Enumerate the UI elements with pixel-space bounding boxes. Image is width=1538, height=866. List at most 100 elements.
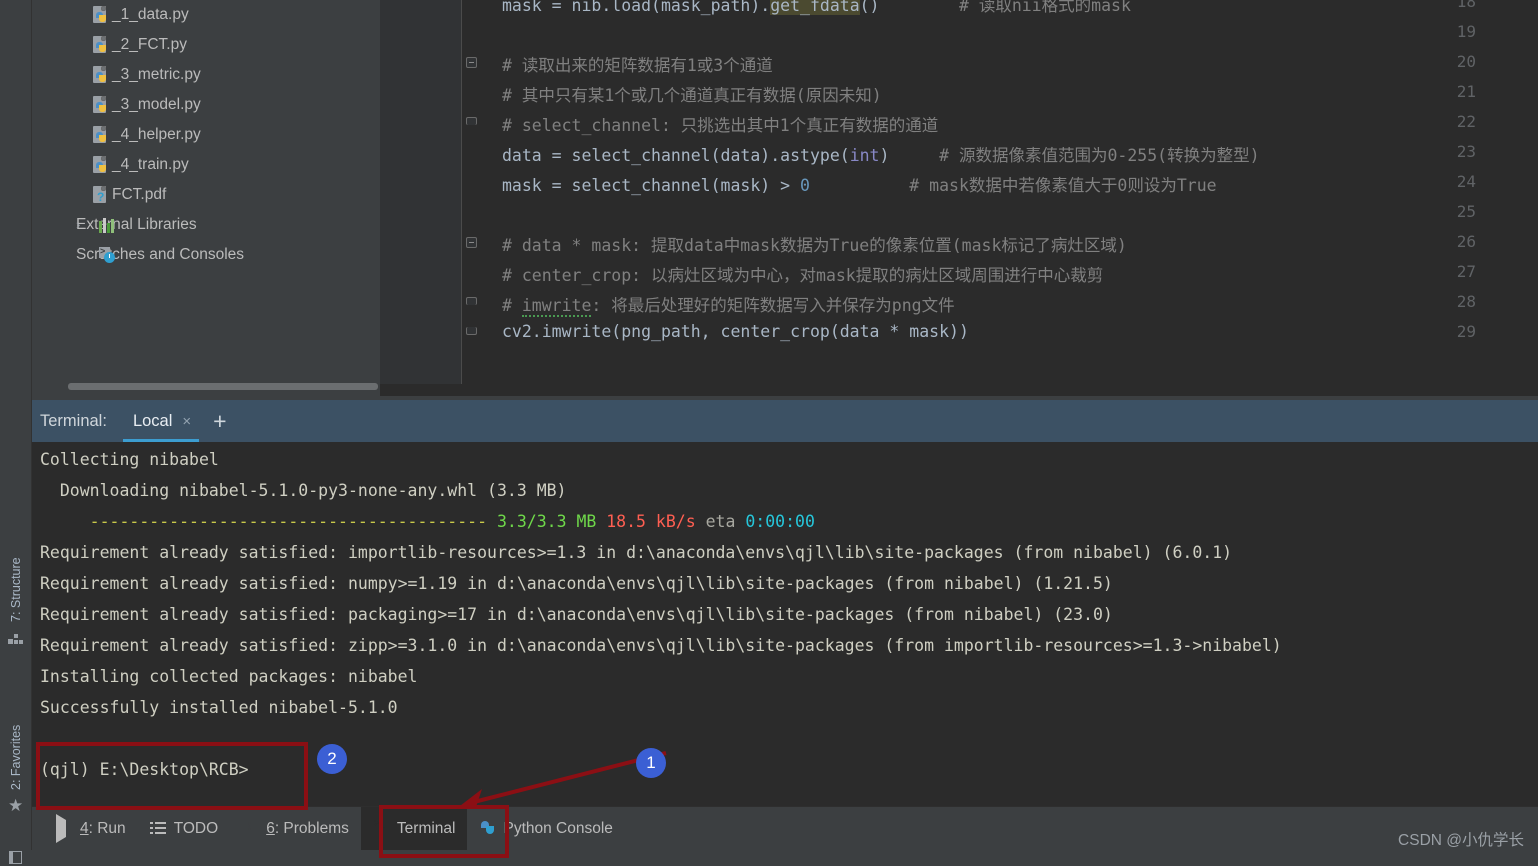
python-file-icon <box>92 156 109 174</box>
terminal-token: 0:00:00 <box>745 512 815 531</box>
tree-item[interactable]: _4_helper.py <box>32 120 380 150</box>
tree-item[interactable]: ? FCT.pdf <box>32 180 380 210</box>
annotation-rect-prompt <box>36 742 308 810</box>
code-fold-icon[interactable] <box>466 237 477 248</box>
code-token: # 读取出来的矩阵数据有1或3个通道 <box>502 56 773 75</box>
code-token: # 读取nii格式的mask <box>879 0 1131 15</box>
tree-item[interactable]: _4_train.py <box>32 150 380 180</box>
terminal-token: Installing collected packages: nibabel <box>40 667 418 686</box>
code-token: () <box>859 0 880 15</box>
code-token: # 其中只有某1个或几个通道真正有数据(原因未知) <box>502 86 882 105</box>
terminal-tab-label: Local <box>132 411 173 430</box>
sidebar-item-structure[interactable]: 7: Structure <box>0 510 32 622</box>
tree-item[interactable]: _1_data.py <box>32 0 380 30</box>
scratches-icon: > <box>98 246 115 264</box>
code-line: cv2.imwrite(png_path, center_crop(data *… <box>502 322 969 341</box>
libraries-icon <box>98 216 115 234</box>
close-icon[interactable]: × <box>182 413 191 430</box>
tree-item[interactable]: _3_model.py <box>32 90 380 120</box>
line-number: 19 <box>1456 22 1476 41</box>
tree-item-label: _4_train.py <box>112 156 189 173</box>
code-token: int <box>849 146 880 165</box>
tool-window-toggle-icon[interactable] <box>9 851 22 864</box>
statusbar-item[interactable]: 6: Problems <box>230 807 361 851</box>
python-file-icon <box>92 126 109 144</box>
play-icon <box>56 814 73 843</box>
python-file-icon <box>92 6 109 24</box>
python-file-icon <box>92 36 109 54</box>
badge-number: 2 <box>327 749 337 768</box>
editor-hscrollbar[interactable] <box>380 384 1538 396</box>
code-token: imwrite <box>521 296 592 317</box>
todo-list-icon <box>149 820 167 837</box>
terminal-token: Requirement already satisfied: packaging… <box>40 605 1113 624</box>
warning-icon <box>242 820 259 837</box>
project-tree-hscrollbar[interactable] <box>68 383 378 390</box>
structure-icon[interactable] <box>8 632 24 648</box>
terminal-panel-title: Terminal: <box>40 411 107 430</box>
code-token: # mask数据中若像素值大于0则设为True <box>809 176 1217 195</box>
python-file-icon <box>92 66 109 84</box>
code-fold-icon[interactable] <box>466 297 477 305</box>
chevron-right-icon[interactable]: › <box>76 218 88 231</box>
terminal-line: ----------------------------------------… <box>40 512 815 531</box>
terminal-token: 18.5 kB/s <box>606 512 696 531</box>
code-token: data = select_channel(data).astype( <box>502 146 850 165</box>
line-number: 28 <box>1456 292 1476 311</box>
tree-item[interactable]: _2_FCT.py <box>32 30 380 60</box>
left-tool-strip: 7: Structure 2: Favorites ★ <box>0 0 32 866</box>
statusbar-item[interactable]: TODO <box>138 807 231 851</box>
code-token: ) <box>879 146 890 165</box>
sidebar-item-favorites[interactable]: 2: Favorites <box>0 672 32 790</box>
code-editor-pane[interactable]: 18 mask = nib.load(mask_path).get_fdata()… <box>380 0 1538 396</box>
code-token: # 源数据像素值范围为0-255(转换为整型) <box>889 146 1260 165</box>
annotation-rect-terminal-tab <box>379 805 509 858</box>
tree-item-label: _4_helper.py <box>112 126 201 143</box>
code-token: # data * mask: 提取data中mask数据为True的像素位置(m… <box>502 236 1127 255</box>
terminal-tab-bar: Terminal: Local × + <box>32 400 1538 442</box>
add-terminal-button[interactable]: + <box>213 409 226 433</box>
structure-label: 7: Structure <box>9 557 23 622</box>
line-number: 22 <box>1456 112 1476 131</box>
terminal-line: Downloading nibabel-5.1.0-py3-none-any.w… <box>40 481 567 500</box>
terminal-token: Requirement already satisfied: zipp>=3.1… <box>40 636 1282 655</box>
line-number: 25 <box>1456 202 1476 221</box>
terminal-line: Requirement already satisfied: zipp>=3.1… <box>40 636 1282 655</box>
line-number: 18 <box>1456 0 1476 11</box>
code-line: # 读取出来的矩阵数据有1或3个通道 <box>502 52 773 76</box>
watermark: CSDN @小仇学长 <box>1398 832 1524 849</box>
terminal-token: ---------------------------------------- <box>40 512 497 531</box>
terminal-token: Successfully installed nibabel-5.1.0 <box>40 698 398 717</box>
statusbar-item-label: : Run <box>88 819 126 837</box>
star-icon[interactable]: ★ <box>8 796 23 816</box>
statusbar-item[interactable]: 4: Run <box>44 807 138 851</box>
code-fold-icon[interactable] <box>466 117 477 125</box>
terminal-token: Collecting nibabel <box>40 450 219 469</box>
code-fold-icon[interactable] <box>466 57 477 68</box>
statusbar-item-label: Python Console <box>503 819 613 837</box>
terminal-line: Successfully installed nibabel-5.1.0 <box>40 698 398 717</box>
line-number: 29 <box>1456 322 1476 341</box>
line-number: 20 <box>1456 52 1476 71</box>
terminal-line: Requirement already satisfied: packaging… <box>40 605 1113 624</box>
terminal-tab-local[interactable]: Local × <box>122 400 200 442</box>
line-number: 21 <box>1456 82 1476 101</box>
code-token: # <box>502 296 522 315</box>
code-line: # select_channel: 只挑选出其中1个真正有数据的通道 <box>502 112 938 136</box>
line-number: 26 <box>1456 232 1476 251</box>
code-line: data = select_channel(data).astype(int) … <box>502 142 1260 166</box>
code-fold-icon[interactable] <box>466 327 477 335</box>
ide-window: 7: Structure 2: Favorites ★ _1_data.py _2… <box>0 0 1538 866</box>
line-number: 24 <box>1456 172 1476 191</box>
tree-item-label: External Libraries <box>76 216 197 233</box>
bottom-strip <box>0 850 1538 866</box>
editor-gutter <box>380 0 462 396</box>
tree-item[interactable]: > Scratches and Consoles <box>32 240 380 270</box>
terminal-line: Collecting nibabel <box>40 450 219 469</box>
tree-item[interactable]: _3_metric.py <box>32 60 380 90</box>
tree-item[interactable]: › External Libraries <box>32 210 380 240</box>
terminal-token: 3.3/3.3 MB <box>496 512 597 531</box>
terminal-token: Requirement already satisfied: importlib… <box>40 543 1233 562</box>
favorites-label: 2: Favorites <box>9 724 23 790</box>
